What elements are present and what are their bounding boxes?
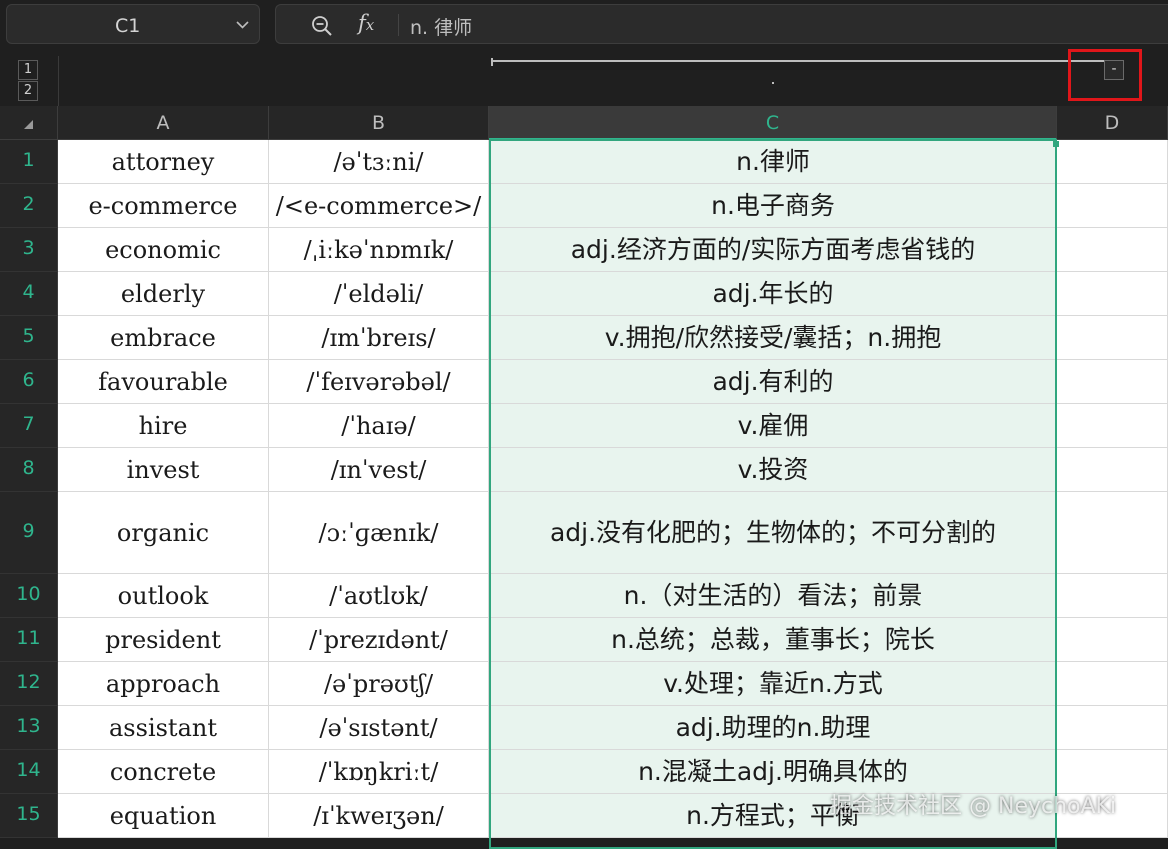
cell-meaning[interactable]: v.拥抱/欣然接受/囊括；n.拥抱 [489,316,1057,360]
cell-word[interactable]: equation [58,794,269,838]
cell-word[interactable]: favourable [58,360,269,404]
group-marker-dot [772,82,774,84]
cell-word[interactable]: economic [58,228,269,272]
cell-word[interactable]: outlook [58,574,269,618]
cell-phonetic[interactable]: /ˌiːkəˈnɒmɪk/ [269,228,489,272]
cell-empty[interactable] [1057,140,1168,184]
column-header-d[interactable]: D [1057,106,1168,140]
row-header[interactable]: 15 [0,794,58,838]
cell-meaning[interactable]: n.律师 [489,140,1057,184]
row-header[interactable]: 12 [0,662,58,706]
row-header[interactable]: 11 [0,618,58,662]
cell-word[interactable]: hire [58,404,269,448]
cell-phonetic[interactable]: /ˈkɒŋkriːt/ [269,750,489,794]
cell-empty[interactable] [1057,228,1168,272]
formula-separator [398,14,399,36]
row-header[interactable]: 3 [0,228,58,272]
cell-word[interactable]: invest [58,448,269,492]
outline-level-2-button[interactable]: 2 [18,81,38,101]
cell-phonetic[interactable]: /əˈprəʊtʃ/ [269,662,489,706]
fill-handle[interactable] [1053,141,1059,147]
cell-word[interactable]: assistant [58,706,269,750]
watermark: 掘金技术社区 @ NeychoAKi [830,794,1117,819]
row-header[interactable]: 2 [0,184,58,228]
column-header-a[interactable]: A [58,106,269,140]
row-header[interactable]: 10 [0,574,58,618]
cell-phonetic[interactable]: /ˈhaɪə/ [269,404,489,448]
cell-empty[interactable] [1057,360,1168,404]
column-header-c[interactable]: C [489,106,1057,140]
cell-meaning[interactable]: adj.经济方面的/实际方面考虑省钱的 [489,228,1057,272]
cell-word[interactable]: elderly [58,272,269,316]
cell-empty[interactable] [1057,316,1168,360]
cell-meaning[interactable]: n.总统；总裁，董事长；院长 [489,618,1057,662]
row-header[interactable]: 5 [0,316,58,360]
cell-phonetic[interactable]: /<e-commerce>/ [269,184,489,228]
cell-phonetic[interactable]: /əˈsɪstənt/ [269,706,489,750]
cell-word[interactable]: e-commerce [58,184,269,228]
cell-empty[interactable] [1057,404,1168,448]
outline-bar: 1 2 - [0,49,1168,106]
cell-meaning[interactable]: adj.年长的 [489,272,1057,316]
column-header-b[interactable]: B [269,106,489,140]
row-header[interactable]: 9 [0,492,58,574]
row-header[interactable]: 1 [0,140,58,184]
cell-meaning[interactable]: adj.助理的n.助理 [489,706,1057,750]
cell-word[interactable]: approach [58,662,269,706]
outline-level-1-button[interactable]: 1 [18,60,38,80]
chevron-down-icon[interactable] [236,18,249,31]
row-header[interactable]: 14 [0,750,58,794]
cell-empty[interactable] [1057,448,1168,492]
cell-phonetic[interactable]: /ɔːˈɡænɪk/ [269,492,489,574]
cell-meaning[interactable]: n.（对生活的）看法；前景 [489,574,1057,618]
cell-word[interactable]: organic [58,492,269,574]
row-header[interactable]: 6 [0,360,58,404]
formula-input[interactable]: n. 律师 [410,13,472,40]
select-all-corner[interactable] [0,106,58,140]
cell-phonetic[interactable]: /ɪnˈvest/ [269,448,489,492]
cell-empty[interactable] [1057,492,1168,574]
cell-phonetic[interactable]: /əˈtɜːni/ [269,140,489,184]
cell-meaning[interactable]: adj.没有化肥的；生物体的；不可分割的 [489,492,1057,574]
cell-empty[interactable] [1057,618,1168,662]
cell-phonetic[interactable]: /ˈeldəli/ [269,272,489,316]
row-header[interactable]: 8 [0,448,58,492]
cell-phonetic[interactable]: /ɪˈkweɪʒən/ [269,794,489,838]
name-box-value: C1 [115,15,141,37]
cell-empty[interactable] [1057,662,1168,706]
cell-phonetic[interactable]: /ˈprezɪdənt/ [269,618,489,662]
annotation-highlight-box [1068,49,1142,101]
zoom-out-icon[interactable] [310,14,334,38]
cell-empty[interactable] [1057,574,1168,618]
cell-word[interactable]: concrete [58,750,269,794]
cell-phonetic[interactable]: /ˈfeɪvərəbəl/ [269,360,489,404]
formula-bar[interactable]: fx n. 律师 [275,4,1168,44]
cell-meaning[interactable]: adj.有利的 [489,360,1057,404]
row-header[interactable]: 13 [0,706,58,750]
cell-word[interactable]: president [58,618,269,662]
cell-meaning[interactable]: v.处理；靠近n.方式 [489,662,1057,706]
row-header[interactable]: 7 [0,404,58,448]
cell-meaning[interactable]: n.电子商务 [489,184,1057,228]
cell-word[interactable]: embrace [58,316,269,360]
row-header[interactable]: 4 [0,272,58,316]
formula-toolbar: C1 fx n. 律师 [0,0,1168,52]
cell-empty[interactable] [1057,184,1168,228]
outline-divider [58,56,59,106]
cell-meaning[interactable]: v.投资 [489,448,1057,492]
cell-phonetic[interactable]: /ˈaʊtlʊk/ [269,574,489,618]
cell-word[interactable]: attorney [58,140,269,184]
cell-phonetic[interactable]: /ɪmˈbreɪs/ [269,316,489,360]
cell-empty[interactable] [1057,706,1168,750]
group-bracket-line [491,60,1113,62]
cell-empty[interactable] [1057,272,1168,316]
cell-meaning[interactable]: v.雇佣 [489,404,1057,448]
name-box[interactable]: C1 [6,4,260,44]
function-icon[interactable]: fx [358,11,374,35]
select-all-icon [24,120,33,129]
